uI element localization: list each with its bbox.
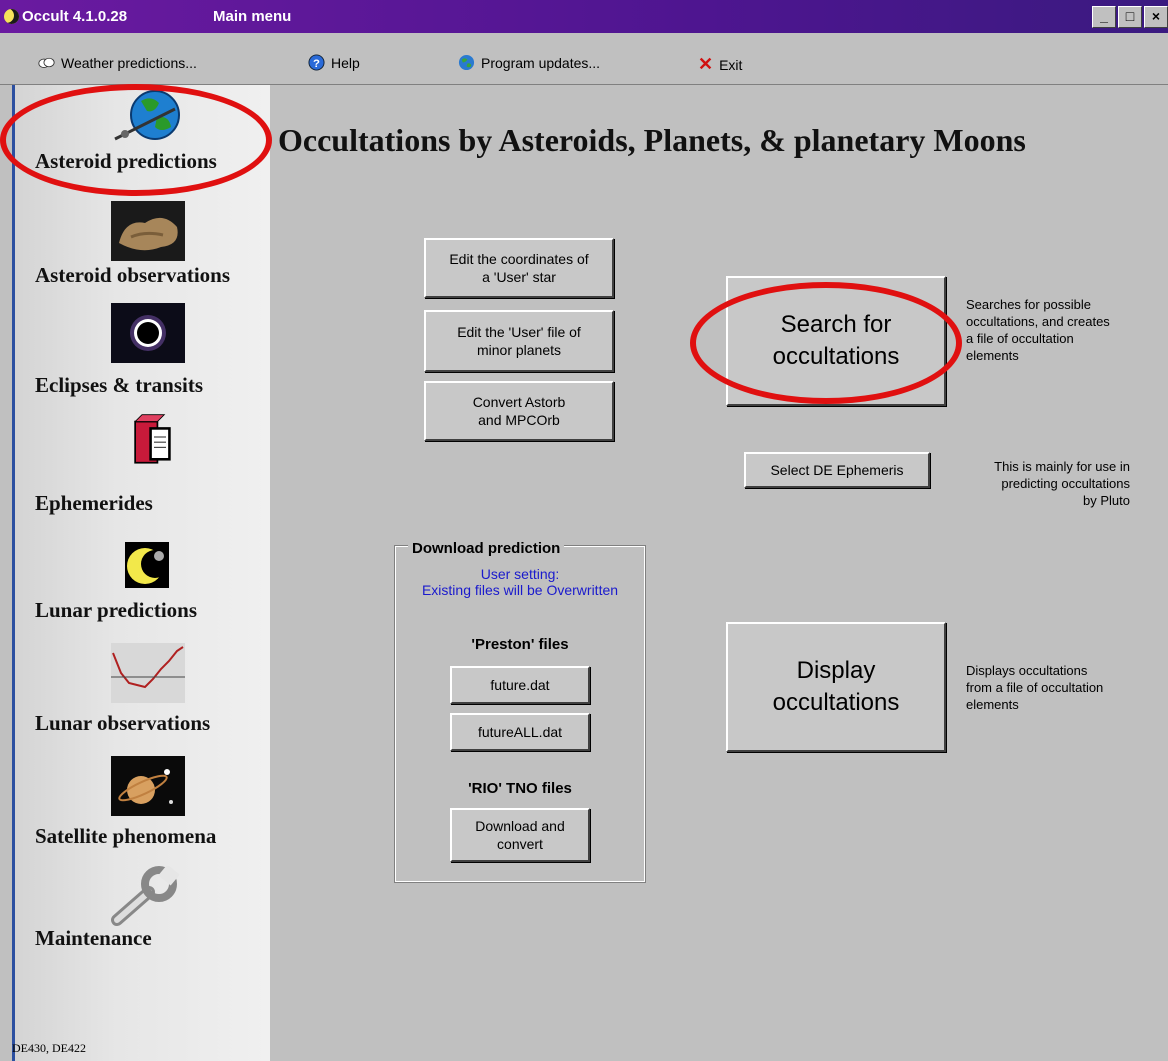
rio-heading: 'RIO' TNO files [468,780,572,797]
button-line: Display [796,657,876,684]
user-setting-text: User setting: Existing files will be Ove… [395,566,645,598]
display-note: Displays occultations from a file of occ… [966,662,1103,713]
search-note: Searches for possible occultations, and … [966,296,1110,364]
sidebar-item-maintenance[interactable]: Maintenance [15,866,270,966]
title-bar: Occult 4.1.0.28 Main menu _ □ × [0,0,1168,33]
page-title: Occultations by Asteroids, Planets, & pl… [278,122,1026,158]
status-text: DE430, DE422 [12,1041,86,1055]
note-line: by Pluto [1083,493,1130,508]
display-occultations-button[interactable]: Display occultations [726,622,946,752]
menu-updates-label: Program updates... [481,54,601,71]
highlight-ring-search [690,282,962,404]
maximize-icon[interactable]: □ [1118,6,1142,28]
button-line: a 'User' star [482,269,556,285]
sidebar: Asteroid predictions Asteroid observatio… [12,85,270,1061]
note-line: Searches for possible [966,297,1092,312]
note-line: a file of occultation [966,331,1074,346]
note-line: This is mainly for use in [994,459,1130,474]
button-line: occultations [772,689,900,716]
note-line: from a file of occultation [966,680,1104,695]
sidebar-item-label: Eclipses & transits [35,373,203,397]
minimize-icon[interactable]: _ [1092,6,1116,28]
sidebar-item-ephemerides[interactable]: Ephemerides [15,413,270,528]
wrench-icon [111,866,180,926]
menu-bar: Weather predictions... ? Help Program up… [0,42,1168,85]
note-line: elements [966,697,1019,712]
close-icon[interactable]: × [1144,6,1168,28]
future-dat-button[interactable]: future.dat [450,666,590,704]
sidebar-item-satellite-phenomena[interactable]: Satellite phenomena [15,754,270,866]
svg-text:?: ? [313,58,320,70]
title-spacer [0,33,1168,42]
moon-app-icon [4,9,19,24]
book-icon [134,414,171,464]
button-line: Download and [475,818,565,834]
sidebar-item-eclipses[interactable]: Eclipses & transits [15,303,270,413]
menu-exit[interactable]: ✕ Exit [698,54,742,75]
saturn-icon [111,756,185,816]
download-group-title: Download prediction [408,540,565,557]
lightcurve-icon [111,643,185,703]
button-label: futureALL.dat [477,724,563,740]
sidebar-item-label: Lunar observations [35,711,211,735]
convert-astorb-button[interactable]: Convert Astorb and MPCOrb [424,381,614,441]
menu-weather-label: Weather predictions... [61,54,197,71]
edit-user-star-button[interactable]: Edit the coordinates of a 'User' star [424,238,614,298]
app-name: Occult 4.1.0.28 [22,8,128,25]
eclipse-icon [111,303,185,363]
preston-heading: 'Preston' files [471,636,569,653]
menu-updates[interactable]: Program updates... [458,54,600,71]
button-line: convert [497,836,543,852]
menu-weather[interactable]: Weather predictions... [38,54,197,71]
button-line: and MPCOrb [478,412,560,428]
note-line: Displays occultations [966,663,1088,678]
menu-exit-label: Exit [719,56,743,73]
note-line: occultations, and creates [966,314,1110,329]
note-line: predicting occultations [1001,476,1130,491]
button-line: Edit the coordinates of [449,251,589,267]
sidebar-item-label: Satellite phenomena [35,824,217,848]
sidebar-item-label: Ephemerides [35,491,153,515]
window-controls: _ □ × [1092,6,1168,30]
select-de-note: This is mainly for use in predicting occ… [968,458,1130,509]
sidebar-item-asteroid-observations[interactable]: Asteroid observations [15,193,270,303]
note-line: elements [966,348,1019,363]
button-label: future.dat [490,677,550,693]
edit-user-file-button[interactable]: Edit the 'User' file of minor planets [424,310,614,372]
sidebar-item-label: Lunar predictions [35,598,198,622]
moon-icon [125,542,169,588]
sidebar-item-lunar-predictions[interactable]: Lunar predictions [15,528,270,641]
window-title: Main menu [213,8,292,25]
menu-help[interactable]: ? Help [308,54,360,71]
button-line: Convert Astorb [472,394,566,410]
help-icon: ? [308,54,325,71]
cloud-icon [38,57,55,69]
user-setting-line: User setting: [480,566,560,582]
futureall-dat-button[interactable]: futureALL.dat [450,713,590,751]
sidebar-item-label: Maintenance [35,926,152,950]
sidebar-item-lunar-observations[interactable]: Lunar observations [15,641,270,754]
select-de-ephemeris-button[interactable]: Select DE Ephemeris [744,452,930,488]
sidebar-item-label: Asteroid observations [35,263,231,287]
button-line: Edit the 'User' file of [457,324,581,340]
button-label: Select DE Ephemeris [770,462,904,478]
exit-icon: ✕ [698,54,714,74]
button-line: minor planets [476,342,562,358]
menu-help-label: Help [331,54,360,71]
overwrite-line: Existing files will be Overwritten [421,582,619,598]
download-convert-button[interactable]: Download and convert [450,808,590,862]
asteroid-rock-icon [111,201,185,261]
globe-icon [458,54,475,71]
highlight-ring-asteroid-predictions [0,84,272,196]
